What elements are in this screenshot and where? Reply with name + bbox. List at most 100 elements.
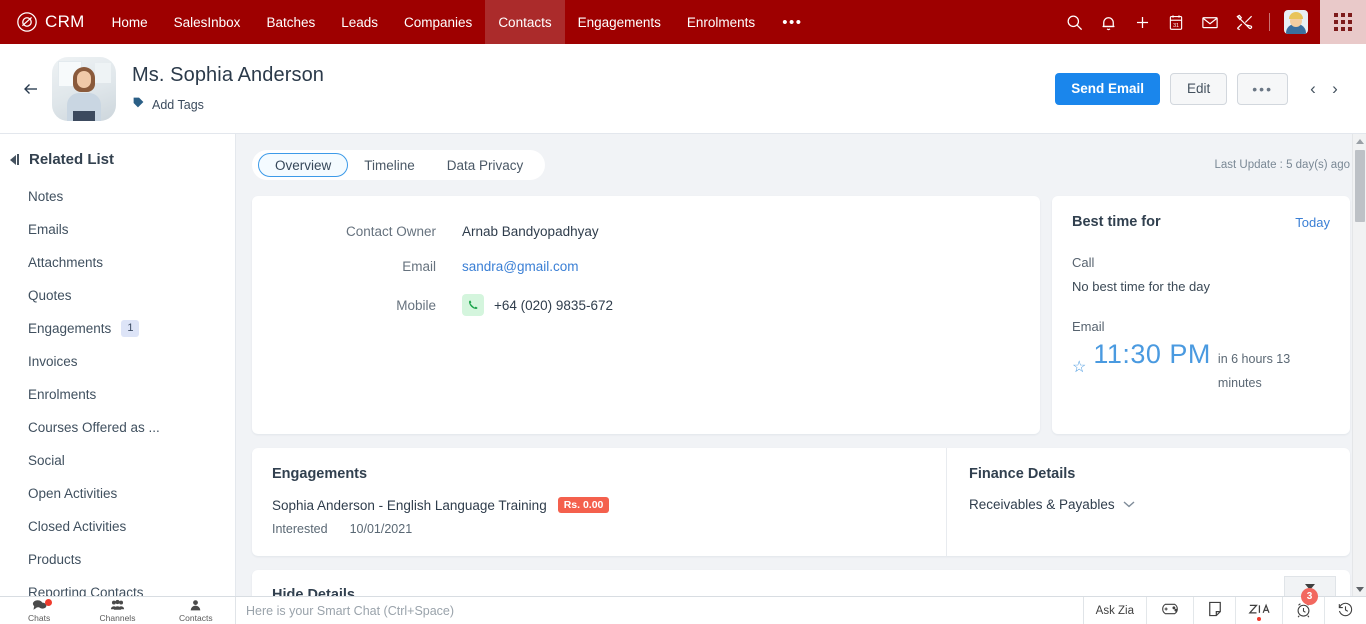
tools-icon[interactable] [1227, 0, 1261, 44]
zia-status-dot [1257, 617, 1261, 621]
edit-button[interactable]: Edit [1170, 72, 1228, 105]
gamepad-icon [1159, 602, 1181, 619]
engagements-section: Engagements Sophia Anderson - English La… [252, 448, 946, 556]
sidebar-item-closed-activities[interactable]: Closed Activities [0, 510, 235, 543]
best-time-today-link[interactable]: Today [1295, 215, 1330, 230]
scroll-down-arrow-wrap [1353, 582, 1366, 596]
search-icon[interactable] [1057, 0, 1091, 44]
nav-item-engagements[interactable]: Engagements [565, 0, 674, 44]
sidebar-item-label: Closed Activities [28, 519, 127, 534]
best-time-email-label: Email [1072, 319, 1105, 334]
back-button[interactable] [14, 72, 48, 106]
crm-logo-icon [16, 11, 38, 33]
sidebar-item-reporting-contacts[interactable]: Reporting Contacts [0, 576, 235, 596]
record-actions: Send Email Edit ••• ‹ › [1055, 72, 1344, 105]
engagement-row[interactable]: Sophia Anderson - English Language Train… [272, 497, 926, 513]
bottombar-tab-channels[interactable]: Channels [78, 597, 156, 624]
smart-chat-input[interactable]: Here is your Smart Chat (Ctrl+Space) [236, 597, 1084, 624]
field-value[interactable]: Arnab Bandyopadhyay [462, 224, 599, 239]
sidebar-item-invoices[interactable]: Invoices [0, 345, 235, 378]
field-label: Mobile [396, 297, 436, 313]
sidebar-item-label: Open Activities [28, 486, 118, 501]
last-update-text: Last Update : 5 day(s) ago [1214, 159, 1350, 171]
zia-button[interactable] [1235, 597, 1282, 624]
engagement-status: Interested [272, 522, 328, 536]
bottombar-tab-contacts[interactable]: Contacts [157, 597, 235, 624]
sidebar-item-emails[interactable]: Emails [0, 213, 235, 246]
scroll-up-arrow[interactable] [1353, 134, 1366, 148]
mobile-value-wrap: +64 (020) 9835-672 [462, 294, 613, 316]
sidebar-item-enrolments[interactable]: Enrolments [0, 378, 235, 411]
gamepad-button[interactable] [1146, 597, 1193, 624]
best-time-email-value: 11:30 PM [1093, 339, 1211, 369]
record-title-block: Ms. Sophia Anderson Add Tags [132, 64, 1055, 114]
plus-icon[interactable] [1125, 0, 1159, 44]
tab-timeline[interactable]: Timeline [348, 153, 431, 177]
add-tags-button[interactable]: Add Tags [132, 96, 1055, 114]
scroll-down-arrow[interactable] [1353, 582, 1366, 596]
phone-icon[interactable] [462, 294, 484, 316]
bottombar-tab-label: Channels [99, 612, 136, 623]
send-email-button[interactable]: Send Email [1055, 72, 1161, 105]
engagement-name: Sophia Anderson - English Language Train… [272, 497, 547, 513]
sidebar-item-attachments[interactable]: Attachments [0, 246, 235, 279]
sidebar-item-products[interactable]: Products [0, 543, 235, 576]
nav-item-home[interactable]: Home [99, 0, 161, 44]
finance-details-section: Finance Details Receivables & Payables [946, 448, 1350, 556]
person-icon [189, 599, 202, 614]
collapse-sidebar-icon[interactable] [10, 154, 19, 165]
sidebar-item-label: Invoices [28, 354, 78, 369]
nav-item-batches[interactable]: Batches [253, 0, 328, 44]
top-nav-icon-group: 31 [1057, 0, 1320, 44]
sidebar-item-social[interactable]: Social [0, 444, 235, 477]
sidebar-item-open-activities[interactable]: Open Activities [0, 477, 235, 510]
calendar-icon[interactable]: 31 [1159, 0, 1193, 44]
prev-record-button[interactable]: ‹ [1304, 74, 1322, 104]
more-actions-button[interactable]: ••• [1237, 72, 1288, 105]
scrollbar-thumb[interactable] [1355, 150, 1365, 222]
sidebar-item-notes[interactable]: Notes [0, 180, 235, 213]
apps-grid-button[interactable] [1320, 0, 1366, 44]
next-record-button[interactable]: › [1326, 74, 1344, 104]
sidebar-item-label: Enrolments [28, 387, 97, 402]
email-link[interactable]: sandra@gmail.com [462, 259, 579, 274]
nav-item-enrolments[interactable]: Enrolments [674, 0, 768, 44]
field-email: Email sandra@gmail.com [286, 259, 1006, 274]
user-avatar[interactable] [1284, 10, 1308, 34]
bell-icon[interactable] [1091, 0, 1125, 44]
star-icon[interactable]: ☆ [1072, 357, 1086, 377]
field-mobile: Mobile +64 (020) 9835-672 [286, 294, 1006, 316]
recent-history-button[interactable] [1324, 597, 1366, 624]
app-brand[interactable]: CRM [0, 0, 99, 44]
bottombar-tab-chats[interactable]: Chats [0, 597, 78, 624]
reminders-button[interactable]: 3 [1282, 588, 1324, 624]
record-pager: ‹ › [1304, 74, 1344, 104]
overview-panel: Overview Timeline Data Privacy Last Upda… [236, 134, 1366, 596]
hide-details-toggle[interactable]: Hide Details [272, 587, 1330, 596]
ask-zia-button[interactable]: Ask Zia [1084, 597, 1146, 624]
main-scrollbar[interactable] [1352, 134, 1366, 596]
sidebar-item-engagements[interactable]: Engagements 1 [0, 312, 235, 345]
related-list-header: Related List [0, 146, 235, 180]
nav-item-contacts[interactable]: Contacts [485, 0, 565, 44]
chevron-down-icon [1123, 499, 1135, 511]
notes-button[interactable] [1193, 597, 1235, 624]
tab-overview[interactable]: Overview [258, 153, 349, 177]
sidebar-item-quotes[interactable]: Quotes [0, 279, 235, 312]
nav-item-salesinbox[interactable]: SalesInbox [161, 0, 254, 44]
nav-item-companies[interactable]: Companies [391, 0, 485, 44]
field-contact-owner: Contact Owner Arnab Bandyopadhyay [286, 224, 1006, 239]
page-title: Ms. Sophia Anderson [132, 63, 325, 86]
engagements-title: Engagements [272, 466, 368, 482]
nav-item-leads[interactable]: Leads [328, 0, 391, 44]
envelope-icon[interactable] [1193, 0, 1227, 44]
related-list-title: Related List [29, 151, 115, 168]
sidebar-item-label: Engagements [28, 321, 112, 336]
tab-data-privacy[interactable]: Data Privacy [431, 153, 540, 177]
people-icon [110, 599, 125, 614]
tag-icon [132, 96, 145, 114]
receivables-payables-dropdown[interactable]: Receivables & Payables [969, 497, 1330, 512]
nav-more-button[interactable]: ••• [768, 0, 816, 44]
brand-label: CRM [45, 12, 85, 31]
sidebar-item-courses-offered[interactable]: Courses Offered as ... [0, 411, 235, 444]
